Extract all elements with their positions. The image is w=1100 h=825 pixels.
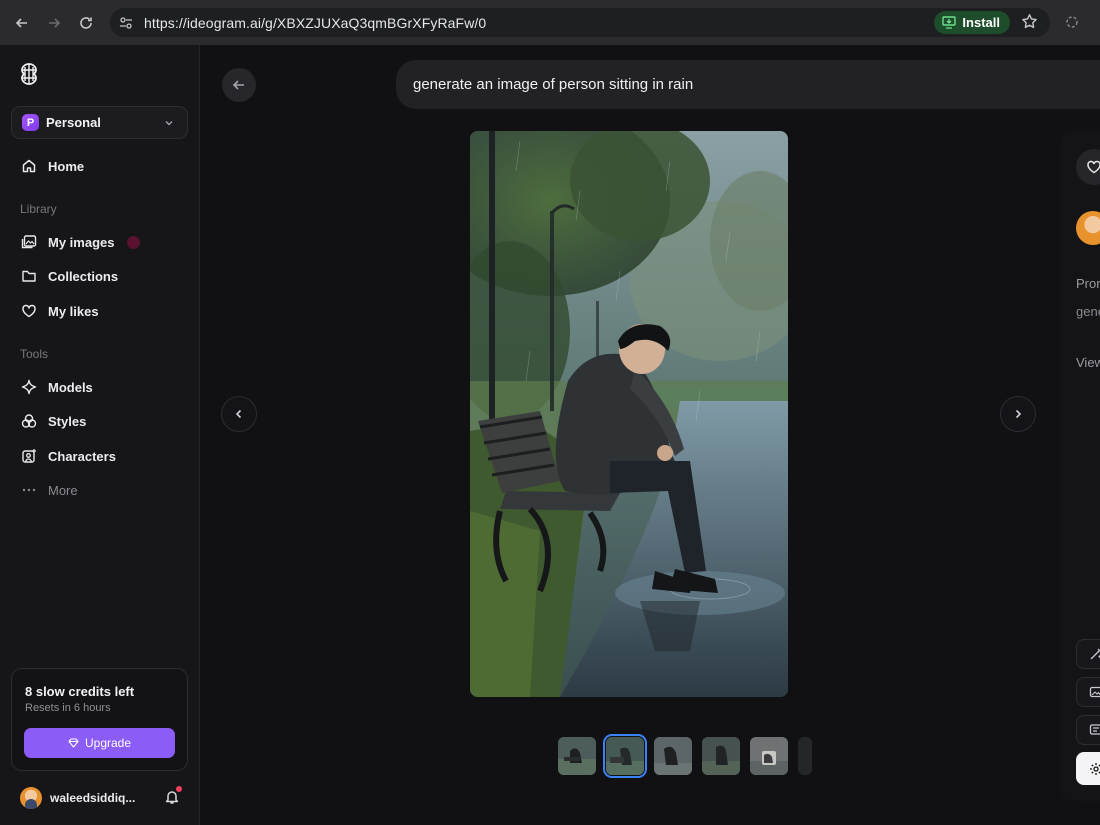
url-text[interactable]: https://ideogram.ai/g/XBXZJUXaQ3qmBGrXFy… [144, 15, 486, 31]
upgrade-button[interactable]: Upgrade [24, 728, 175, 758]
bell-icon[interactable] [164, 789, 180, 810]
reload-icon[interactable] [74, 11, 98, 35]
styles-icon [20, 413, 37, 430]
main-content: generate an image of person sitting in r… [200, 45, 1100, 825]
back-button[interactable] [222, 68, 256, 102]
chevron-left-icon [235, 409, 242, 419]
thumbnail-2[interactable] [603, 734, 647, 778]
sidebar-item-label: Characters [48, 448, 116, 464]
thumbnail-5[interactable] [750, 737, 788, 775]
gear-icon [1090, 762, 1100, 775]
images-icon [20, 234, 37, 251]
browser-toolbar: https://ideogram.ai/g/XBXZJUXaQ3qmBGrXFy… [0, 0, 1100, 45]
workspace-name: Personal [46, 115, 101, 130]
credits-title: 8 slow credits left [25, 684, 135, 699]
thumbnail-3[interactable] [654, 737, 692, 775]
sidebar-item-label: Models [48, 379, 93, 395]
more-icon [20, 482, 37, 499]
prompt-label: Pror [1076, 276, 1100, 291]
prompt-bar[interactable]: generate an image of person sitting in r… [396, 60, 1100, 109]
heart-icon [1087, 160, 1100, 174]
text-image-icon [1089, 724, 1100, 735]
install-app-button[interactable]: Install [934, 11, 1010, 34]
credits-reset-text: Resets in 6 hours [25, 702, 111, 714]
like-button[interactable] [1076, 149, 1100, 185]
workspace-badge: P [22, 114, 39, 131]
thumbnail-4[interactable] [702, 737, 740, 775]
arrow-left-icon [232, 80, 244, 90]
back-arrow-icon[interactable] [10, 11, 34, 35]
sidebar-item-label: Styles [48, 413, 87, 429]
workspace-switcher[interactable]: P Personal [11, 106, 188, 139]
image-icon [1089, 686, 1100, 698]
character-icon [20, 448, 37, 465]
chevron-right-icon [1015, 409, 1022, 419]
sidebar-item-label: My likes [48, 303, 99, 319]
bookmark-star-icon[interactable] [1021, 13, 1038, 35]
image-details-panel: Pror gene View [1060, 131, 1100, 801]
install-icon [942, 16, 957, 29]
previous-image-button[interactable] [221, 396, 257, 432]
sidebar-item-models[interactable]: Models [11, 372, 188, 402]
sidebar-item-styles[interactable]: Styles [11, 406, 188, 436]
sidebar-item-more[interactable]: More [11, 475, 188, 505]
home-icon [20, 158, 37, 175]
library-heading: Library [20, 202, 57, 216]
sidebar-item-characters[interactable]: Characters [11, 441, 188, 471]
credits-card: 8 slow credits left Resets in 6 hours Up… [11, 668, 188, 771]
user-name[interactable]: waleedsiddiq... [50, 791, 135, 805]
site-settings-icon[interactable] [112, 9, 140, 37]
next-image-button[interactable] [1000, 396, 1036, 432]
diamond-icon [68, 738, 79, 748]
upgrade-label: Upgrade [84, 736, 132, 750]
sidebar-item-label: More [48, 482, 78, 498]
settings-tool-button[interactable] [1076, 752, 1100, 785]
forward-arrow-icon[interactable] [42, 11, 66, 35]
sidebar-item-home[interactable]: Home [11, 151, 188, 181]
prompt-text[interactable]: generate an image of person sitting in r… [413, 76, 693, 93]
sidebar-item-label: Collections [48, 268, 119, 284]
sidebar-item-label: My images [48, 234, 115, 250]
ideogram-logo-icon[interactable] [16, 61, 42, 87]
sidebar-item-label: Home [48, 158, 85, 174]
view-label[interactable]: View [1076, 355, 1100, 370]
heart-icon [20, 303, 37, 320]
prompt-value: gene [1076, 304, 1100, 319]
sidebar-item-collections[interactable]: Collections [11, 261, 188, 291]
sidebar-item-my-images[interactable]: My images [11, 227, 188, 257]
image-tool-button[interactable] [1076, 677, 1100, 707]
thumbnail-1[interactable] [558, 737, 596, 775]
sparkle-icon [20, 379, 37, 396]
chevron-down-icon [163, 116, 175, 134]
creator-avatar[interactable] [1076, 211, 1100, 245]
notification-dot [176, 786, 182, 792]
user-profile[interactable]: waleedsiddiq... [11, 785, 188, 811]
address-bar[interactable]: https://ideogram.ai/g/XBXZJUXaQ3qmBGrXFy… [110, 8, 1050, 37]
tools-heading: Tools [20, 347, 49, 361]
avatar[interactable] [20, 787, 42, 809]
thumbnail-strip [558, 734, 812, 778]
thumbnail-6[interactable] [798, 737, 812, 775]
folder-icon [20, 268, 37, 285]
describe-tool-button[interactable] [1076, 715, 1100, 745]
generated-image[interactable] [470, 131, 788, 697]
extension-icon[interactable] [1062, 12, 1082, 32]
edit-tool-button[interactable] [1076, 639, 1100, 669]
sidebar: P Personal Home Library My images Collec… [0, 45, 200, 825]
sidebar-item-my-likes[interactable]: My likes [11, 296, 188, 326]
magic-edit-icon [1090, 648, 1100, 660]
install-label: Install [962, 15, 1000, 30]
notification-dot [127, 235, 141, 249]
